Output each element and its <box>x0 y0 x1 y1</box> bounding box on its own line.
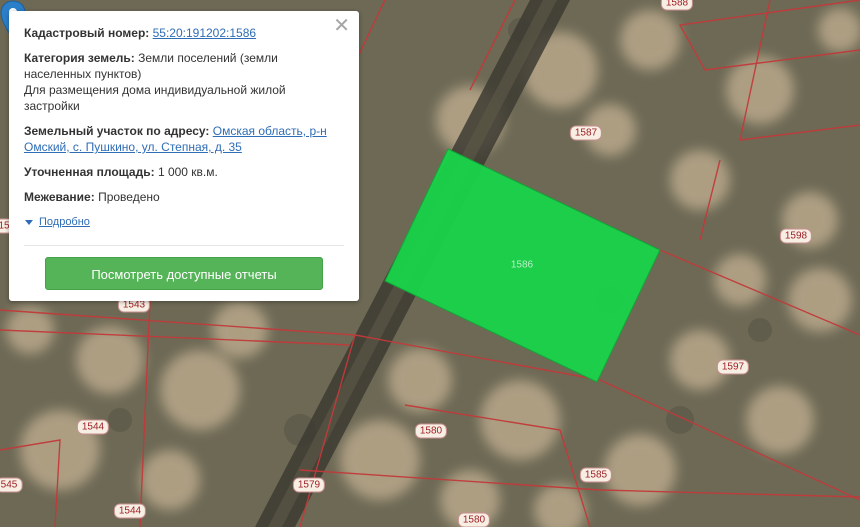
address-row: Земельный участок по адресу: Омская обла… <box>24 123 344 155</box>
parcel-label[interactable]: 1587 <box>569 125 603 141</box>
parcel-label[interactable]: 1598 <box>779 228 813 244</box>
parcel-label[interactable]: 1588 <box>660 0 694 11</box>
parcel-label[interactable]: 1580 <box>457 512 491 527</box>
divider <box>24 245 344 246</box>
category-row: Категория земель: Земли поселений (земли… <box>24 50 344 114</box>
parcel-label[interactable]: 1544 <box>113 503 147 519</box>
cadastral-number-link[interactable]: 55:20:191202:1586 <box>153 26 256 40</box>
parcel-label[interactable]: 1580 <box>414 423 448 439</box>
survey-label: Межевание: <box>24 190 95 204</box>
parcel-info-popup: ✕ Кадастровый номер: 55:20:191202:1586 К… <box>9 11 359 301</box>
area-label: Уточненная площадь: <box>24 165 155 179</box>
cadastral-row: Кадастровый номер: 55:20:191202:1586 <box>24 25 344 41</box>
area-value: 1 000 кв.м. <box>157 165 218 179</box>
triangle-down-icon <box>25 219 33 225</box>
parcel-label[interactable]: 1579 <box>292 477 326 493</box>
selected-parcel-label: 1586 <box>510 259 534 271</box>
cadastral-label: Кадастровый номер: <box>24 26 150 40</box>
parcel-label[interactable]: 1597 <box>716 359 750 375</box>
area-row: Уточненная площадь: 1 000 кв.м. <box>24 164 344 180</box>
survey-row: Межевание: Проведено <box>24 189 344 205</box>
parcel-label[interactable]: 545 <box>0 477 23 493</box>
address-label: Земельный участок по адресу: <box>24 124 210 138</box>
details-toggle[interactable]: Подробно <box>24 214 344 230</box>
parcel-label[interactable]: 1585 <box>579 467 613 483</box>
view-reports-button[interactable]: Посмотреть доступные отчеты <box>45 257 323 290</box>
usage-value: Для размещения дома индивидуальной жилой… <box>24 83 286 113</box>
close-icon[interactable]: ✕ <box>333 16 350 36</box>
details-link[interactable]: Подробно <box>39 214 90 230</box>
category-label: Категория земель: <box>24 51 135 65</box>
survey-value: Проведено <box>98 190 160 204</box>
parcel-label[interactable]: 1544 <box>76 419 110 435</box>
